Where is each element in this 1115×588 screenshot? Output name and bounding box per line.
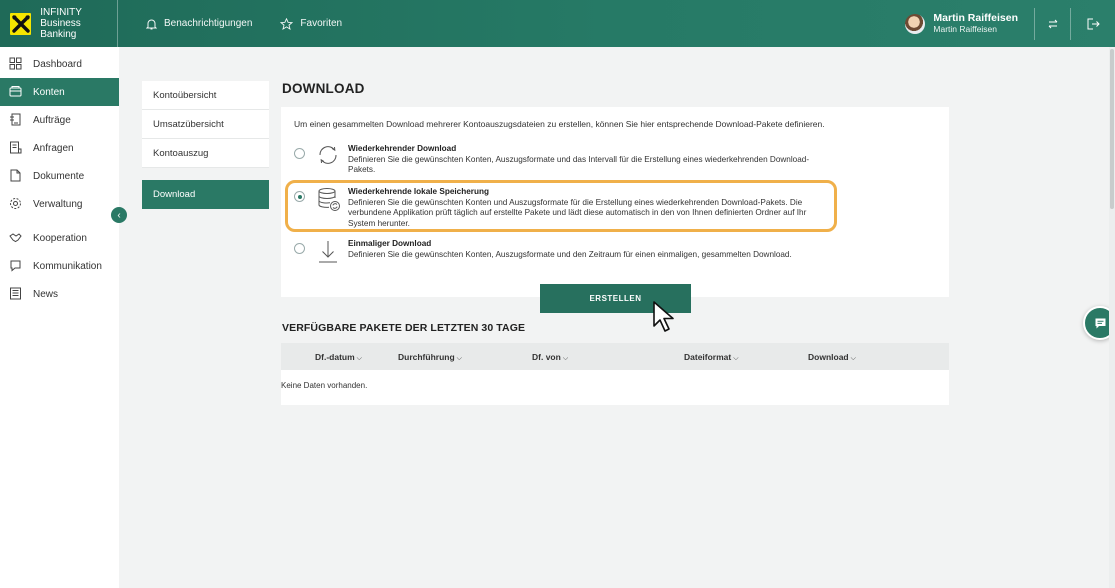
packages-title: VERFÜGBARE PAKETE DER LETZTEN 30 TAGE xyxy=(282,322,526,334)
orders-icon xyxy=(10,113,21,126)
column-label: Df.-datum xyxy=(315,352,355,362)
account-submenu: Kontoübersicht Umsatzübersicht Kontoausz… xyxy=(142,81,269,209)
dashboard-icon xyxy=(9,57,22,70)
sidebar-item-auftraege[interactable]: Aufträge xyxy=(0,106,119,134)
radio-recurring-download[interactable] xyxy=(294,148,305,159)
logout-icon xyxy=(1087,18,1100,29)
notifications-label: Benachrichtigungen xyxy=(164,18,253,29)
sidebar-item-kooperation[interactable]: Kooperation xyxy=(0,224,119,252)
sidebar-item-label: News xyxy=(33,288,59,300)
sidebar-item-label: Konten xyxy=(33,86,65,98)
notifications-link[interactable]: Benachrichtigungen xyxy=(146,18,252,30)
sidebar-item-label: Dashboard xyxy=(33,58,82,70)
column-label: Dateiformat xyxy=(684,352,732,362)
request-icon xyxy=(10,141,22,154)
sidebar-item-label: Kommunikation xyxy=(33,260,102,272)
refresh-icon xyxy=(319,146,337,164)
option-description: Definieren Sie die gewünschten Konten, A… xyxy=(348,154,810,175)
download-arrow-icon xyxy=(319,241,337,263)
column-header-durchfuehrung[interactable]: Durchführung ⌵ xyxy=(398,352,462,363)
favorites-link[interactable]: Favoriten xyxy=(280,17,343,30)
selection-highlight xyxy=(285,180,837,232)
sidebar-item-dashboard[interactable]: Dashboard xyxy=(0,50,119,78)
swap-arrows-icon xyxy=(1048,19,1057,28)
column-header-df-datum[interactable]: Df.-datum ⌵ xyxy=(315,352,362,363)
column-header-download[interactable]: Download ⌵ xyxy=(808,352,856,363)
table-header: Df.-datum ⌵ Durchführung ⌵ Df. von ⌵ Dateif… xyxy=(281,343,949,370)
news-icon xyxy=(10,287,21,300)
chevron-down-icon: ⌵ xyxy=(562,355,569,362)
submenu-item-kontoauszug[interactable]: Kontoauszug xyxy=(142,139,269,168)
chevron-left-icon: ‹ xyxy=(117,209,121,221)
brand-line1: INFINITY xyxy=(40,7,82,18)
sidebar-item-anfragen[interactable]: Anfragen xyxy=(0,134,119,162)
sidebar-item-label: Kooperation xyxy=(33,232,87,244)
column-header-dateiformat[interactable]: Dateiformat ⌵ xyxy=(684,352,739,363)
wallet-icon xyxy=(9,86,22,97)
option-title: Einmaliger Download xyxy=(348,239,432,248)
star-icon xyxy=(280,17,294,30)
column-label: Durchführung xyxy=(398,352,455,362)
intro-text: Um einen gesammelten Download mehrerer K… xyxy=(294,119,825,129)
sidebar-collapse-button[interactable]: ‹ xyxy=(111,207,127,223)
document-icon xyxy=(10,169,21,182)
chat-bubble-icon xyxy=(1095,318,1105,328)
handshake-icon xyxy=(9,233,22,243)
submenu-item-umsatzuebersicht[interactable]: Umsatzübersicht xyxy=(142,110,269,139)
page-scrollbar[interactable] xyxy=(1109,47,1115,588)
chat-icon xyxy=(10,260,21,272)
brand-text: INFINITY Business Banking xyxy=(40,7,117,40)
sidebar-item-dokumente[interactable]: Dokumente xyxy=(0,162,119,190)
sidebar-item-label: Verwaltung xyxy=(33,198,83,210)
chevron-down-icon: ⌵ xyxy=(356,355,362,362)
sidebar-item-verwaltung[interactable]: Verwaltung xyxy=(0,190,119,218)
radio-one-time-download[interactable] xyxy=(294,243,305,254)
brand-line2: Business Banking xyxy=(40,18,81,40)
sidebar-item-konten[interactable]: Konten xyxy=(0,78,119,106)
empty-state-text: Keine Daten vorhanden. xyxy=(281,381,368,390)
sidebar-item-news[interactable]: News xyxy=(0,280,119,308)
logout-button[interactable] xyxy=(1071,8,1115,40)
chevron-down-icon: ⌵ xyxy=(733,355,739,362)
sidebar-item-kommunikation[interactable]: Kommunikation xyxy=(0,252,119,280)
sidebar-item-label: Dokumente xyxy=(33,170,85,182)
top-header: INFINITY Business Banking Benachrichtigu… xyxy=(0,0,1115,47)
raiffeisen-logo-icon xyxy=(10,12,32,35)
switch-button[interactable] xyxy=(1035,7,1071,40)
bell-icon xyxy=(146,19,157,29)
submenu-item-download[interactable]: Download xyxy=(142,180,269,209)
column-header-df-von[interactable]: Df. von ⌵ xyxy=(532,352,568,363)
sidebar-item-label: Aufträge xyxy=(33,114,71,126)
user-company: Martin Raiffeisen xyxy=(933,24,998,34)
chevron-down-icon: ⌵ xyxy=(850,355,856,362)
scrollbar-thumb[interactable] xyxy=(1110,49,1114,209)
column-label: Download xyxy=(808,352,849,362)
avatar xyxy=(905,13,926,34)
option-description: Definieren Sie die gewünschten Konten, A… xyxy=(348,249,792,259)
user-name: Martin Raiffeisen xyxy=(933,12,1018,24)
brand-logo[interactable]: INFINITY Business Banking xyxy=(0,0,118,47)
gear-icon xyxy=(10,198,21,209)
submenu-item-kontouebersicht[interactable]: Kontoübersicht xyxy=(142,81,269,110)
packages-table: Df.-datum ⌵ Durchführung ⌵ Df. von ⌵ Dateif… xyxy=(281,343,949,405)
column-label: Df. von xyxy=(532,352,561,362)
sidebar-item-label: Anfragen xyxy=(33,142,74,154)
mouse-pointer-icon xyxy=(653,301,674,332)
user-profile[interactable]: Martin Raiffeisen Martin Raiffeisen xyxy=(905,7,1035,40)
sidebar: Dashboard Konten Aufträge Anfragen Dokum… xyxy=(0,47,119,588)
chevron-down-icon: ⌵ xyxy=(456,355,462,362)
option-title: Wiederkehrender Download xyxy=(348,144,457,153)
page-title: DOWNLOAD xyxy=(282,81,365,96)
favorites-label: Favoriten xyxy=(300,18,343,29)
